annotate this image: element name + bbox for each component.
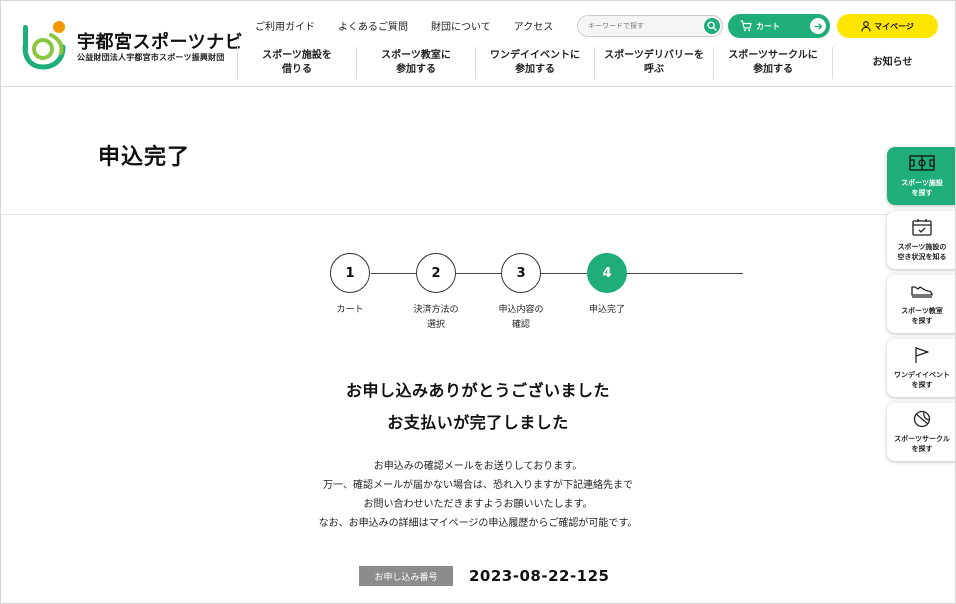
message-line: お申込みの確認メールをお送りしております。 (373, 461, 583, 472)
util-link-faq[interactable]: よくあるご質問 (338, 18, 408, 34)
thank-you-headline: お申し込みありがとうございました (345, 381, 610, 400)
util-link-about[interactable]: 財団について (431, 18, 491, 34)
message-line: お問い合わせいただきますようお願いいたします。 (363, 499, 593, 510)
search-button[interactable] (704, 18, 720, 34)
mypage-label: マイページ (874, 21, 914, 31)
cart-label: カート (756, 21, 780, 31)
user-icon (861, 20, 871, 32)
ball-icon (913, 410, 931, 428)
step-payment: 2 決済方法の 選択 (396, 253, 476, 333)
calendar-icon (912, 218, 932, 236)
step-label: 申込内容の 確認 (498, 305, 544, 330)
logo-icon[interactable] (21, 17, 73, 71)
page-title: 申込完了 (98, 145, 191, 170)
message-line: なお、お申込みの詳細はマイページの申込履歴からご確認が可能です。 (318, 518, 638, 529)
search-icon (707, 21, 717, 31)
message-line: 万一、確認メールが届かない場合は、恐れ入りますが下記連絡先まで (323, 480, 633, 491)
utility-links: ご利用ガイド よくあるご質問 財団について アクセス (255, 18, 576, 34)
side-item-label: ワンデイイベント を探す (894, 371, 950, 389)
cart-icon (740, 20, 752, 32)
side-item-find-classes[interactable]: スポーツ教室 を探す (887, 275, 955, 333)
main-nav: スポーツ施設を 借りる スポーツ教室に 参加する ワンデイイベントに 参加する … (237, 47, 952, 79)
step-number-active: 4 (587, 253, 627, 293)
step-number: 3 (501, 253, 541, 293)
step-number: 1 (330, 253, 370, 293)
site-header: 宇都宮スポーツナビ 公益財団法人宇都宮市スポーツ振興財団 ご利用ガイド よくある… (1, 1, 955, 87)
util-link-guide[interactable]: ご利用ガイド (255, 18, 315, 34)
step-complete: 4 申込完了 (567, 253, 647, 318)
progress-steps: 1 カート 2 決済方法の 選択 3 申込内容の 確認 4 申込完了 (1, 253, 955, 343)
nav-item-delivery[interactable]: スポーツデリバリーを 呼ぶ (594, 47, 713, 79)
page-frame: 宇都宮スポーツナビ 公益財団法人宇都宮市スポーツ振興財団 ご利用ガイド よくある… (0, 0, 956, 604)
nav-item-events[interactable]: ワンデイイベントに 参加する (475, 47, 594, 79)
application-number: お申し込み番号 2023-08-22-125 (359, 566, 609, 586)
nav-item-circles[interactable]: スポーツサークルに 参加する (713, 47, 832, 79)
side-item-label: スポーツ教室 を探す (901, 307, 943, 325)
application-number-label: お申し込み番号 (359, 566, 453, 586)
court-icon (909, 154, 935, 172)
side-item-label: スポーツ施設の 空き状況を知る (897, 243, 947, 261)
arrow-right-icon (810, 18, 826, 34)
step-cart: 1 カート (310, 253, 390, 318)
side-item-label: スポーツサークル を探す (894, 435, 950, 453)
side-item-find-circles[interactable]: スポーツサークル を探す (887, 403, 955, 461)
util-link-access[interactable]: アクセス (514, 18, 554, 34)
search-input[interactable] (588, 19, 698, 33)
search-box (577, 15, 723, 37)
nav-item-classes[interactable]: スポーツ教室に 参加する (356, 47, 475, 79)
step-label: カート (336, 305, 364, 315)
application-number-value: 2023-08-22-125 (469, 567, 610, 585)
side-item-find-facilities[interactable]: スポーツ施設 を探す (887, 147, 955, 205)
step-number: 2 (416, 253, 456, 293)
side-item-label: スポーツ施設 を探す (901, 179, 943, 197)
side-item-find-events[interactable]: ワンデイイベント を探す (887, 339, 955, 397)
payment-complete-headline: お支払いが完了しました (387, 413, 569, 432)
step-label: 申込完了 (588, 305, 625, 315)
side-item-availability[interactable]: スポーツ施設の 空き状況を知る (887, 211, 955, 269)
flag-icon (914, 346, 930, 364)
cart-button[interactable]: カート (728, 14, 830, 38)
nav-item-facilities[interactable]: スポーツ施設を 借りる (237, 47, 356, 79)
title-band: 申込完了 (1, 87, 955, 215)
step-confirm: 3 申込内容の 確認 (481, 253, 561, 333)
brand-title[interactable]: 宇都宮スポーツナビ (77, 28, 243, 54)
brand-subtitle: 公益財団法人宇都宮市スポーツ振興財団 (77, 53, 225, 62)
shoe-icon (910, 282, 934, 300)
step-label: 決済方法の 選択 (413, 305, 459, 330)
nav-item-news[interactable]: お知らせ (832, 47, 952, 79)
mypage-button[interactable]: マイページ (837, 14, 938, 38)
